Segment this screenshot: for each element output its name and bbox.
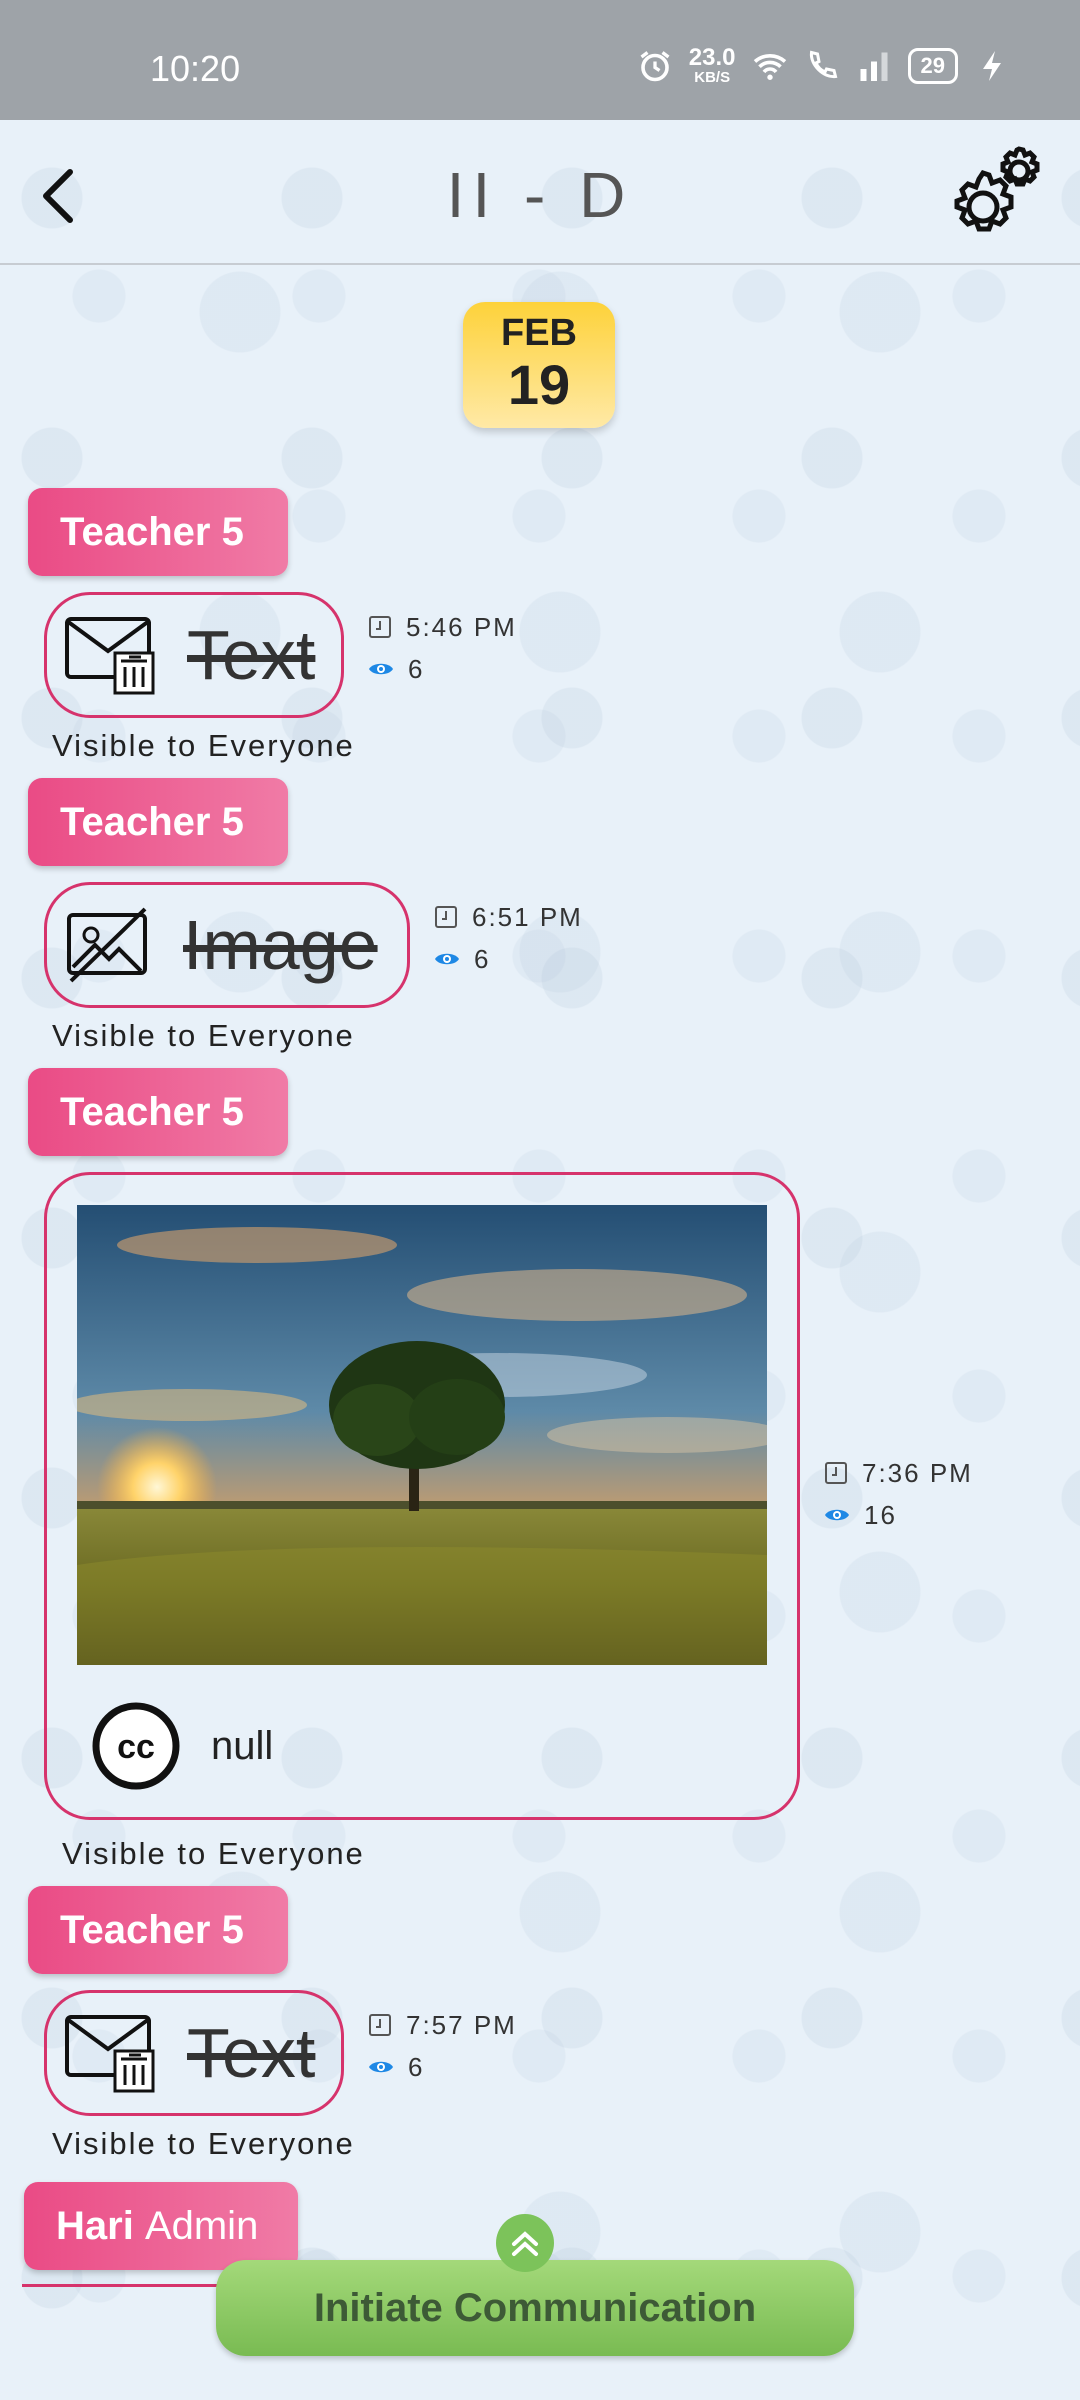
sender-role: Admin [144,2204,259,2248]
creative-commons-icon: cc [92,1702,180,1790]
eye-icon [825,1509,849,1521]
signal-icon [860,52,888,81]
net-speed-value: 23.0 [688,44,736,71]
svg-text:cc: cc [117,1728,155,1766]
date-month: FEB [501,312,577,354]
eye-icon [369,2061,393,2073]
charging-icon [983,50,1001,81]
license-row: cc null [91,1701,273,1791]
eye-icon [369,663,393,675]
scroll-up-button[interactable] [496,2214,554,2272]
net-speed: 23.0 KB/S [688,44,736,86]
battery-indicator: 29 [907,47,958,84]
page-title: II - D [446,159,634,231]
image-caption: null [211,1723,274,1768]
message-meta: 5:46 PM 6 [368,606,517,690]
visibility-label: Visible to Everyone [52,2126,355,2161]
app-header: II - D [0,120,1080,265]
message-bubble[interactable]: Text [44,592,344,718]
image-off-icon [67,907,147,983]
image-message-bubble[interactable]: cc null [44,1172,800,1820]
message-type-label: Text [187,2014,316,2092]
net-speed-unit: KB/S [694,69,731,86]
clock-icon [369,2014,391,2036]
visibility-label: Visible to Everyone [62,1836,365,1871]
view-count: 6 [408,653,425,684]
visibility-label: Visible to Everyone [52,728,355,763]
message-meta: 7:57 PM 6 [368,2004,517,2088]
message-time: 7:57 PM [406,2009,517,2040]
sender-tag: Teacher 5 [28,1068,288,1156]
initiate-communication-button[interactable]: Initiate Communication [216,2260,854,2356]
call-icon [809,50,837,78]
mail-delete-icon [65,617,155,695]
message-meta: 7:36 PM 16 [824,1452,973,1536]
date-day: 19 [507,353,571,416]
view-count: 6 [474,943,491,974]
status-bar: 10:20 23.0 KB/S 29 [0,0,1080,120]
wifi-icon [753,53,786,80]
message-meta: 6:51 PM 6 [434,896,583,980]
clock-icon [369,616,391,638]
sender-tag: Hari Admin [24,2182,298,2270]
mail-delete-icon [65,2015,155,2093]
date-chip: FEB 19 [463,302,615,428]
clock-icon [435,906,457,928]
message-time: 6:51 PM [472,901,583,932]
double-chevron-up-icon [512,2231,538,2256]
message-time: 7:36 PM [862,1457,973,1488]
status-time: 10:20 [150,48,241,89]
message-type-label: Text [187,616,316,694]
gear-icon[interactable] [935,135,1055,255]
message-time: 5:46 PM [406,611,517,642]
message-bubble[interactable]: Image [44,882,410,1008]
clock-icon [825,1462,847,1484]
sunset-tree-photo[interactable] [77,1205,767,1665]
status-icons: 23.0 KB/S 29 [637,46,1010,85]
view-count: 16 [864,1499,897,1530]
alarm-icon [640,50,670,81]
message-type-label: Image [183,906,378,984]
message-bubble[interactable]: Text [44,1990,344,2116]
sender-name: Hari [56,2204,134,2248]
sender-tag: Teacher 5 [28,1886,288,1974]
eye-icon [435,953,459,965]
visibility-label: Visible to Everyone [52,1018,355,1053]
view-count: 6 [408,2051,425,2082]
sender-tag: Teacher 5 [28,778,288,866]
sender-tag: Teacher 5 [28,488,288,576]
